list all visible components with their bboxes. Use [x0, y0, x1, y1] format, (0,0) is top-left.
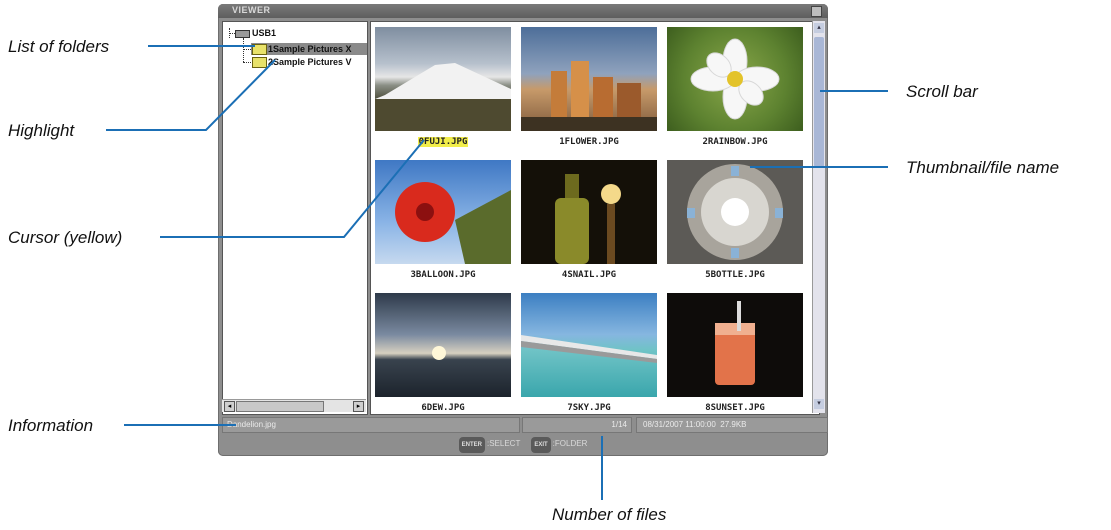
tree-horizontal-scrollbar[interactable]: ◂ ▸: [222, 399, 366, 412]
thumbnail-cell[interactable]: 1FLOWER.JPG: [521, 27, 657, 159]
callout-scroll-bar: Scroll bar: [906, 82, 978, 101]
information-bar: Dandelion.jpg 1/14 08/31/2007 11:00:00 2…: [222, 417, 828, 433]
thumbnail-file-name: 4SNAIL.JPG: [561, 270, 617, 280]
thumbnail-city-image: [521, 27, 657, 131]
thumbnail-hibiscus-image: [375, 160, 511, 264]
info-filename: Dandelion.jpg: [222, 417, 520, 433]
folder-icon: [252, 44, 267, 55]
scrollbar-thumb[interactable]: [814, 37, 824, 167]
thumbnail-cell[interactable]: 5BOTTLE.JPG: [667, 160, 803, 292]
scroll-up-icon[interactable]: ▴: [814, 23, 824, 33]
scroll-left-icon[interactable]: ◂: [224, 401, 235, 412]
thumbnail-grid: 0FUJI.JPG 1FLOWER.JPG 2RAINBOW.JPG 3BALL…: [370, 21, 820, 415]
thumbnail-bridge-image: [521, 293, 657, 397]
info-datetime: 08/31/2007 11:00:00 27.9KB: [636, 417, 828, 433]
scroll-right-icon[interactable]: ▸: [353, 401, 364, 412]
info-file-count: 1/14: [522, 417, 632, 433]
thumbnail-cell[interactable]: 6DEW.JPG: [375, 293, 511, 425]
info-size: 27.9KB: [720, 420, 747, 429]
scroll-down-icon[interactable]: ▾: [814, 399, 824, 409]
callout-cursor: Cursor (yellow): [8, 228, 123, 247]
title-bar: VIEWER: [218, 4, 828, 18]
enter-key-icon: ENTER: [458, 437, 485, 453]
tree-folder-1[interactable]: 1Sample Pictures X: [268, 44, 352, 54]
tree-scroll-thumb[interactable]: [236, 401, 324, 412]
callout-highlight: Highlight: [8, 121, 75, 140]
vertical-scrollbar[interactable]: ▴ ▾: [812, 21, 825, 413]
thumbnail-cell[interactable]: 2RAINBOW.JPG: [667, 27, 803, 159]
tree-drive-usb1[interactable]: USB1: [252, 28, 276, 38]
thumbnail-fuji-image: [375, 27, 511, 131]
info-datetime-value: 08/31/2007 11:00:00: [643, 420, 716, 429]
folder-hint: :FOLDER: [552, 439, 588, 448]
thumbnail-file-name: 6DEW.JPG: [421, 403, 465, 413]
thumbnail-file-name: 1FLOWER.JPG: [559, 137, 619, 147]
thumbnail-file-name: 3BALLOON.JPG: [410, 270, 476, 280]
thumbnail-cell[interactable]: 3BALLOON.JPG: [375, 160, 511, 292]
exit-key-icon: EXIT: [531, 437, 551, 453]
thumbnail-file-name: 7SKY.JPG: [567, 403, 611, 413]
thumbnail-sunset-image: [375, 293, 511, 397]
window-title: VIEWER: [232, 5, 271, 15]
folder-icon: [252, 57, 267, 68]
close-icon[interactable]: [811, 6, 822, 17]
thumbnail-flower-image: [667, 27, 803, 131]
thumbnail-file-name: 8SUNSET.JPG: [705, 403, 765, 413]
callout-thumbnail-file-name: Thumbnail/file name: [906, 158, 1060, 177]
callout-number-of-files: Number of files: [552, 505, 667, 524]
tree-folder-2[interactable]: 2Sample Pictures V: [268, 57, 352, 67]
thumbnail-bottle-image: [521, 160, 657, 264]
thumbnail-file-name: 0FUJI.JPG: [417, 137, 469, 147]
key-hints: ENTER:SELECT EXIT:FOLDER: [218, 436, 828, 453]
thumbnail-cell[interactable]: 0FUJI.JPG: [375, 27, 511, 159]
thumbnail-cell[interactable]: 7SKY.JPG: [521, 293, 657, 425]
usb-drive-icon: [235, 30, 250, 38]
callout-information: Information: [8, 416, 94, 435]
select-hint: :SELECT: [487, 439, 521, 448]
thumbnail-dome-image: [667, 160, 803, 264]
thumbnail-drink-image: [667, 293, 803, 397]
folder-tree: USB1 1Sample Pictures X 2Sample Pictures…: [222, 21, 368, 415]
viewer-window: VIEWER USB1 1Sample Pictures X 2Sample P…: [218, 4, 828, 456]
thumbnail-file-name: 5BOTTLE.JPG: [705, 270, 765, 280]
thumbnail-cell[interactable]: 4SNAIL.JPG: [521, 160, 657, 292]
thumbnail-cell[interactable]: 8SUNSET.JPG: [667, 293, 803, 425]
thumbnail-file-name: 2RAINBOW.JPG: [702, 137, 768, 147]
callout-list-of-folders: List of folders: [8, 37, 110, 56]
